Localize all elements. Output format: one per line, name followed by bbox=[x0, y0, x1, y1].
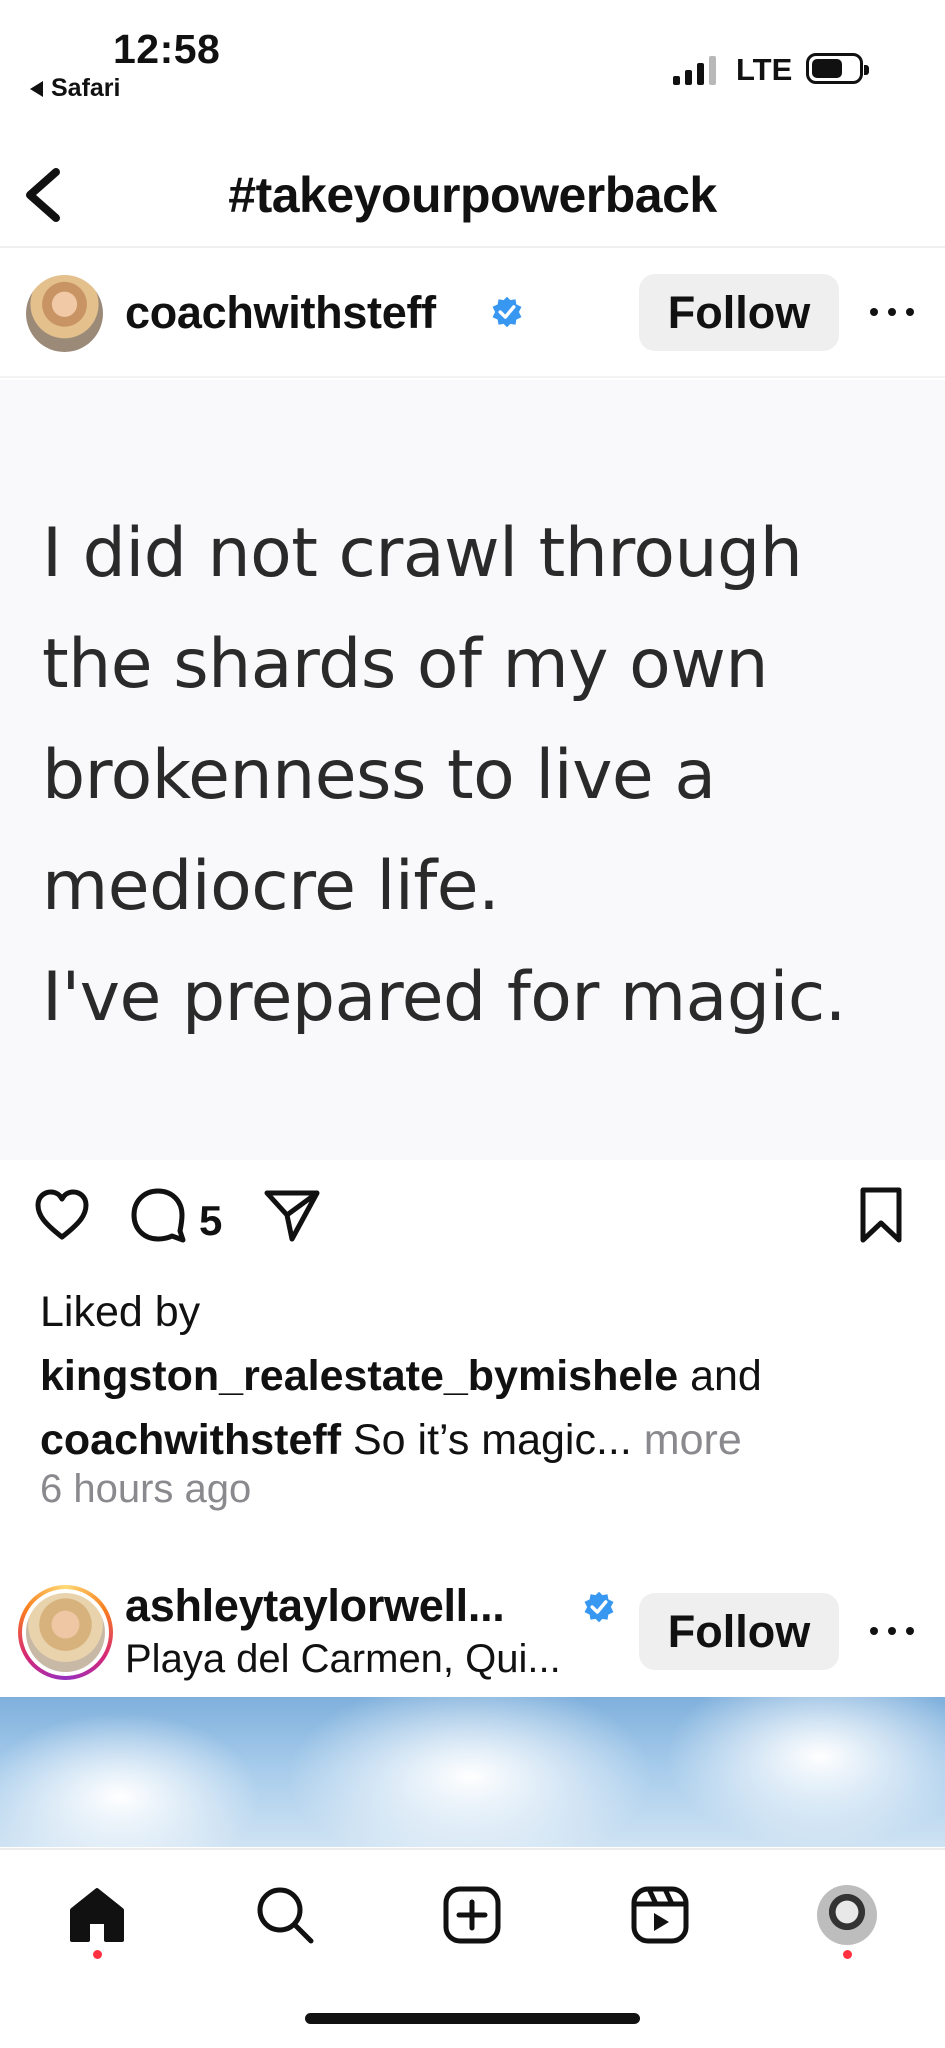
cellular-signal-icon bbox=[673, 55, 716, 85]
avatar[interactable] bbox=[26, 275, 103, 352]
post-image[interactable]: I did not crawl through the shards of my… bbox=[0, 380, 945, 1160]
heart-icon[interactable] bbox=[32, 1185, 92, 1245]
post-image-quote: I did not crawl through the shards of my… bbox=[42, 514, 846, 1037]
more-options-button[interactable] bbox=[862, 292, 922, 332]
post-image-2[interactable] bbox=[0, 1697, 945, 1847]
verified-badge-icon bbox=[584, 1591, 614, 1623]
bookmark-icon[interactable] bbox=[855, 1185, 907, 1245]
share-icon[interactable] bbox=[262, 1185, 322, 1245]
post-header-2: ashleytaylorwell... Playa del Carmen, Qu… bbox=[0, 1575, 945, 1695]
tab-profile[interactable] bbox=[812, 1880, 882, 1950]
nav-header: #takeyourpowerback bbox=[0, 140, 945, 248]
post-location[interactable]: Playa del Carmen, Qui... bbox=[125, 1637, 561, 1682]
tab-reels[interactable] bbox=[625, 1880, 695, 1950]
notification-dot bbox=[843, 1950, 852, 1959]
caption-text: So it’s magic... bbox=[353, 1416, 632, 1464]
home-icon bbox=[70, 1888, 124, 1942]
post-header: coachwithsteff Follow bbox=[0, 250, 945, 378]
page-title: #takeyourpowerback bbox=[228, 167, 717, 223]
tab-home[interactable] bbox=[62, 1880, 132, 1950]
post-username[interactable]: coachwithsteff bbox=[125, 287, 436, 339]
liked-by-prefix: Liked by bbox=[40, 1288, 201, 1336]
likes-caption: Liked by kingston_realestate_bymishele a… bbox=[40, 1280, 920, 1472]
comment-icon[interactable] bbox=[128, 1185, 188, 1245]
status-time: 12:58 bbox=[113, 26, 221, 72]
post-username[interactable]: ashleytaylorwell... bbox=[125, 1580, 505, 1632]
post-timestamp: 6 hours ago bbox=[40, 1467, 252, 1511]
battery-icon bbox=[806, 53, 869, 84]
status-bar: 12:58 Safari LTE bbox=[0, 0, 945, 120]
profile-avatar bbox=[817, 1885, 877, 1945]
create-icon bbox=[443, 1886, 501, 1944]
story-ring[interactable] bbox=[18, 1585, 113, 1680]
comment-count: 5 bbox=[199, 1197, 223, 1244]
more-options-button[interactable] bbox=[862, 1611, 922, 1651]
tab-search[interactable] bbox=[250, 1880, 320, 1950]
back-app-label: Safari bbox=[51, 74, 121, 102]
caption-username[interactable]: coachwithsteff bbox=[40, 1416, 341, 1464]
notification-dot bbox=[93, 1950, 102, 1959]
back-triangle-icon bbox=[30, 80, 43, 97]
liked-by-user[interactable]: kingston_realestate_bymishele bbox=[40, 1352, 678, 1400]
home-indicator[interactable] bbox=[305, 2013, 640, 2024]
post-actions: 5 bbox=[0, 1185, 945, 1255]
search-icon bbox=[257, 1887, 314, 1944]
caption-more-link[interactable]: more bbox=[644, 1416, 742, 1464]
network-type: LTE bbox=[736, 52, 793, 87]
avatar bbox=[26, 1593, 105, 1672]
back-to-safari-link[interactable]: Safari bbox=[30, 74, 120, 103]
liked-by-suffix: and bbox=[690, 1352, 762, 1400]
tab-create[interactable] bbox=[437, 1880, 507, 1950]
reels-icon bbox=[631, 1886, 689, 1944]
verified-badge-icon bbox=[492, 296, 522, 328]
follow-button[interactable]: Follow bbox=[639, 274, 839, 351]
follow-button[interactable]: Follow bbox=[639, 1593, 839, 1670]
battery-fill bbox=[812, 59, 842, 78]
